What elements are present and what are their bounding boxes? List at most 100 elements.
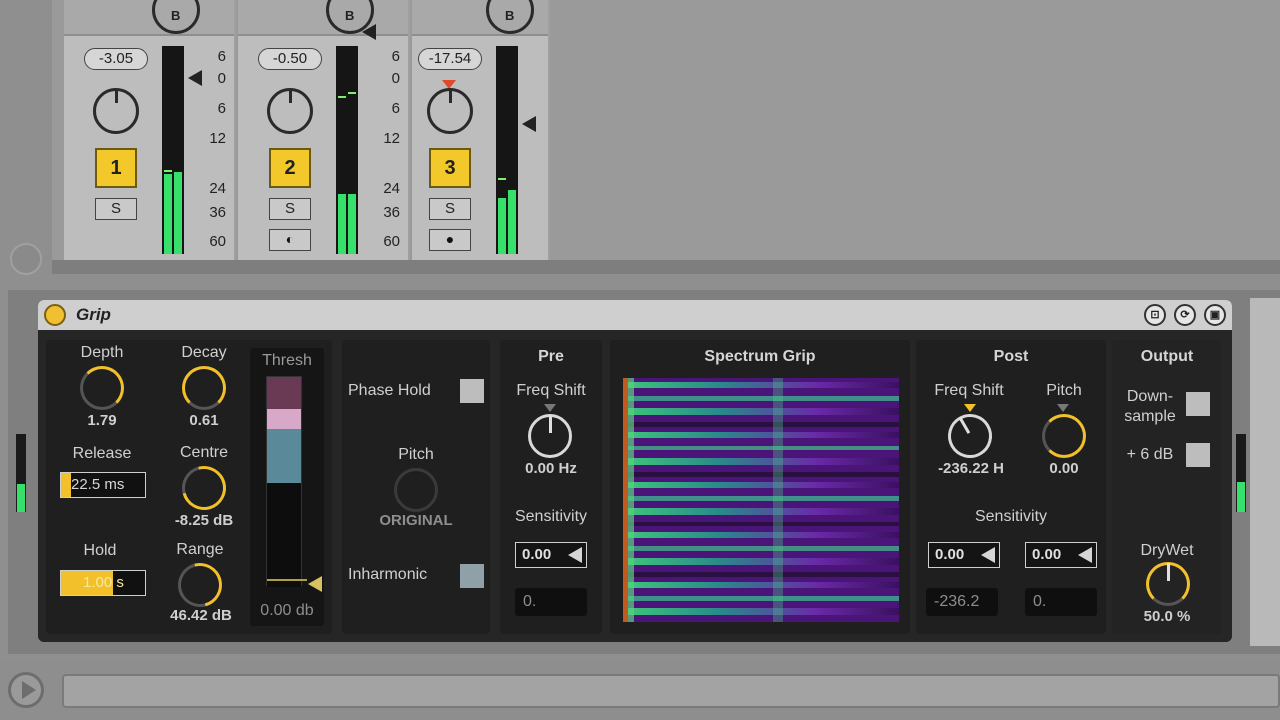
meter-scale-label: 12 — [383, 130, 400, 147]
hot-swap-icon[interactable]: ⊡ — [1144, 304, 1166, 326]
meter-scale-label: 60 — [209, 233, 226, 250]
save-preset-icon[interactable]: ▣ — [1204, 304, 1226, 326]
meter-scale-label: 12 — [209, 130, 226, 147]
spectrogram-graphic — [623, 378, 899, 622]
post-pitch-knob[interactable] — [1042, 414, 1086, 458]
spectrum-title: Spectrum Grip — [704, 348, 816, 365]
post-sensitivity-a-input[interactable]: 0.00 — [928, 542, 1000, 568]
meter-scale-label: 36 — [383, 204, 400, 221]
pre-sensitivity-value: 0.00 — [522, 546, 552, 563]
downsample-toggle[interactable] — [1186, 392, 1210, 416]
release-label: Release — [72, 445, 132, 462]
post-pitch-value: 0.00 — [1049, 460, 1079, 477]
depth-label: Depth — [80, 344, 124, 361]
plus-6db-toggle[interactable] — [1186, 443, 1210, 467]
meter-scale-label: 24 — [209, 180, 226, 197]
pre-freq-shift-knob[interactable] — [528, 414, 572, 458]
phase-hold-label: Phase Hold — [348, 382, 431, 399]
track-strip-1: B -3.05 1 S 6 0 6 12 24 36 60 — [64, 0, 236, 260]
depth-knob[interactable] — [80, 366, 124, 410]
track-strip-2: B -0.50 2 S ◐ 6 0 6 12 24 36 60 — [238, 0, 410, 260]
hold-slider[interactable]: 1.00 s — [60, 570, 146, 596]
post-readout-b: 0. — [1025, 588, 1097, 616]
inharmonic-toggle[interactable] — [460, 564, 484, 588]
arm-button[interactable]: ● — [429, 229, 471, 251]
pan-label: B — [505, 8, 515, 23]
pitch-label: Pitch — [398, 446, 434, 463]
solo-button[interactable]: S — [95, 198, 137, 220]
spectrum-display[interactable] — [623, 378, 899, 622]
threshold-meter[interactable] — [266, 376, 307, 587]
pre-readout: 0. — [515, 588, 587, 616]
track-activator-button[interactable]: 3 — [429, 148, 471, 188]
meter-scale-label: 60 — [383, 233, 400, 250]
pitch-value: ORIGINAL — [379, 512, 453, 529]
meter-scale-label: 6 — [217, 48, 226, 65]
decay-value: 0.61 — [189, 412, 219, 429]
pan-section: B — [412, 0, 548, 36]
track-volume[interactable]: -17.54 — [418, 48, 482, 70]
mixer-area — [52, 0, 1280, 272]
threshold-label: Thresh — [262, 352, 312, 369]
solo-button[interactable]: S — [269, 198, 311, 220]
monitor-button[interactable]: ◐ — [269, 229, 311, 251]
wave-icon[interactable] — [10, 243, 42, 275]
threshold-value: 0.00 db — [260, 602, 314, 619]
pan-section: B — [238, 0, 408, 36]
post-sensitivity-label: Sensitivity — [974, 508, 1048, 525]
meter-scale-label: 6 — [391, 48, 400, 65]
pan-label: B — [171, 8, 181, 23]
scrub-area[interactable] — [62, 674, 1280, 708]
post-sensitivity-b-input[interactable]: 0.00 — [1025, 542, 1097, 568]
post-readout-a: -236.2 — [926, 588, 998, 616]
post-pitch-label: Pitch — [1046, 382, 1082, 399]
track-volume[interactable]: -0.50 — [258, 48, 322, 70]
drywet-knob[interactable] — [1146, 562, 1190, 606]
hold-label: Hold — [83, 542, 117, 559]
grip-device: Grip ⊡ ⟳ ▣ Depth 1.79 Decay 0.61 Release… — [38, 300, 1232, 642]
pre-sensitivity-label: Sensitivity — [514, 508, 588, 525]
phase-hold-toggle[interactable] — [460, 379, 484, 403]
mixer-divider — [52, 260, 1280, 274]
solo-button[interactable]: S — [429, 198, 471, 220]
volume-fader-handle[interactable] — [522, 116, 536, 132]
range-label: Range — [176, 541, 224, 558]
decay-knob[interactable] — [182, 366, 226, 410]
output-meter — [1236, 434, 1246, 512]
pre-title: Pre — [538, 348, 564, 365]
device-power-button[interactable] — [44, 304, 66, 326]
post-freq-marker — [964, 404, 976, 412]
device-title: Grip — [76, 305, 111, 324]
presets-icon[interactable]: ⟳ — [1174, 304, 1196, 326]
pre-sensitivity-input[interactable]: 0.00 — [515, 542, 587, 568]
meter-scale-label: 6 — [391, 100, 400, 117]
track-meter — [496, 46, 518, 254]
drywet-label: DryWet — [1140, 542, 1194, 559]
track-activator-button[interactable]: 2 — [269, 148, 311, 188]
send-knob[interactable] — [93, 88, 139, 134]
volume-fader-handle[interactable] — [362, 24, 376, 40]
meter-scale-label: 24 — [383, 180, 400, 197]
track-activator-button[interactable]: 1 — [95, 148, 137, 188]
send-knob[interactable] — [267, 88, 313, 134]
play-icon — [22, 681, 36, 699]
release-slider[interactable]: 22.5 ms — [60, 472, 146, 498]
meter-scale-label: 0 — [391, 70, 400, 87]
centre-value: -8.25 dB — [174, 512, 234, 529]
pre-freq-shift-value: 0.00 Hz — [525, 460, 577, 477]
input-meter — [16, 434, 26, 512]
post-sensitivity-a-value: 0.00 — [935, 546, 965, 563]
output-title: Output — [1140, 348, 1194, 365]
post-freq-shift-value: -236.22 H — [938, 460, 1004, 477]
device-title-bar: Grip ⊡ ⟳ ▣ — [38, 300, 1232, 330]
send-knob[interactable] — [427, 88, 473, 134]
track-volume[interactable]: -3.05 — [84, 48, 148, 70]
pan-section: B — [64, 0, 234, 36]
threshold-handle[interactable] — [308, 576, 322, 592]
track-meter — [336, 46, 358, 254]
track-strip-3: B -17.54 3 S ● — [412, 0, 550, 260]
pitch-knob[interactable] — [394, 468, 438, 512]
pan-label: B — [345, 8, 355, 23]
device-drop-area — [1250, 298, 1280, 646]
range-value: 46.42 dB — [170, 607, 232, 624]
